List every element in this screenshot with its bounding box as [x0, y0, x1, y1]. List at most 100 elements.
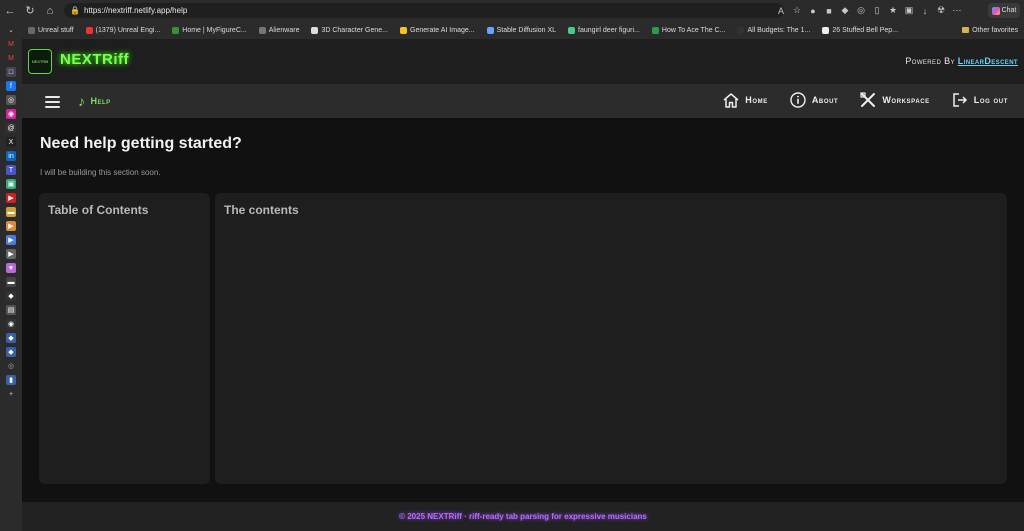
- sidebar-app-icon[interactable]: ▶: [6, 235, 16, 245]
- app-root: NEXTRiff NEXTRiff Powered By LinearDesce…: [22, 39, 1024, 531]
- fav-item[interactable]: Alienware: [253, 26, 306, 34]
- site-icon: [311, 26, 319, 34]
- sidebar-app-icon[interactable]: ◆: [6, 347, 16, 357]
- extension-icon[interactable]: ■: [822, 3, 836, 18]
- main-nav: ♪ Help Home About Workspace Log out: [22, 84, 1024, 118]
- threads-icon[interactable]: @: [6, 123, 16, 133]
- sidebar-app-icon[interactable]: ▶: [6, 249, 16, 259]
- contents-heading: The contents: [224, 203, 299, 217]
- site-icon: [486, 26, 494, 34]
- fav-item[interactable]: How To Ace The C...: [646, 26, 732, 34]
- tab-actions-icon[interactable]: ⌄: [6, 25, 16, 35]
- downloads-icon[interactable]: ↓: [918, 3, 932, 18]
- logout-icon: [953, 93, 967, 107]
- youtube-icon[interactable]: ▶: [6, 193, 16, 203]
- fav-item[interactable]: Home | MyFigureC...: [166, 26, 252, 34]
- music-note-icon: ♪: [78, 93, 86, 109]
- more-menu-icon[interactable]: ⋯: [950, 3, 964, 18]
- linkedin-icon[interactable]: in: [6, 151, 16, 161]
- info-icon: [790, 92, 806, 108]
- lineardescent-link[interactable]: LinearDescent: [958, 56, 1018, 66]
- split-screen-icon[interactable]: ▯: [870, 3, 884, 18]
- x-icon[interactable]: X: [6, 137, 16, 147]
- lock-icon: 🔒: [70, 6, 80, 15]
- favorite-star-icon[interactable]: ☆: [790, 3, 804, 18]
- app-logo[interactable]: NEXTRiff: [28, 49, 52, 74]
- collections-icon[interactable]: ▣: [902, 3, 916, 18]
- contents-panel: The contents: [215, 193, 1007, 484]
- nav-home[interactable]: Home: [723, 92, 768, 108]
- fav-item[interactable]: (1379) Unreal Engi...: [80, 26, 167, 34]
- gmail-icon[interactable]: M: [6, 39, 16, 49]
- browser-toolbar: ← ↻ ⌂ 🔒 https://nextriff.netlify.app/hel…: [0, 0, 1024, 21]
- sidebar-app-icon[interactable]: ▬: [6, 277, 16, 287]
- site-icon: [651, 26, 659, 34]
- table-of-contents-panel: Table of Contents: [39, 193, 210, 484]
- toc-heading: Table of Contents: [48, 203, 149, 217]
- back-icon[interactable]: ←: [0, 0, 20, 21]
- tools-icon: [860, 92, 876, 107]
- add-icon[interactable]: +: [6, 389, 16, 399]
- globe-icon[interactable]: ◎: [6, 361, 16, 371]
- site-icon: [568, 26, 576, 34]
- address-bar[interactable]: 🔒 https://nextriff.netlify.app/help: [64, 3, 784, 18]
- sidebar-app-icon[interactable]: ◆: [6, 333, 16, 343]
- hamburger-menu-icon[interactable]: [45, 96, 60, 108]
- folder-icon: [258, 26, 266, 34]
- brand-name[interactable]: NEXTRiff: [60, 51, 129, 68]
- copilot-icon: [991, 6, 1000, 15]
- fav-item[interactable]: 3D Character Gene...: [305, 26, 394, 34]
- extension-icon[interactable]: ●: [806, 3, 820, 18]
- browser-sidebar: ⌄ M M □ f ◎ ◉ @ X in T ▣ ▶ ▬ ▶ ▶ ▶ ♥ ▬ ◆…: [0, 21, 22, 531]
- sidebar-app-icon[interactable]: ▬: [6, 207, 16, 217]
- fav-item[interactable]: faungirl deer figuri...: [562, 26, 646, 34]
- sidebar-app-icon[interactable]: ◆: [6, 291, 16, 301]
- sidebar-app-icon[interactable]: ▶: [6, 221, 16, 231]
- sidebar-app-icon[interactable]: ▣: [6, 179, 16, 189]
- nav-current-help[interactable]: ♪ Help: [78, 93, 111, 109]
- site-icon: [400, 26, 407, 34]
- other-favorites[interactable]: Other favorites: [962, 21, 1018, 39]
- sidebar-app-icon[interactable]: ◎: [6, 95, 16, 105]
- favorites-bar: Unreal stuff (1379) Unreal Engi... Home …: [22, 21, 1024, 39]
- home-icon: [723, 92, 739, 108]
- page-subtitle: I will be building this section soon.: [40, 168, 161, 177]
- powered-by: Powered By LinearDescent: [905, 56, 1018, 66]
- fav-item[interactable]: Stable Diffusion XL: [481, 26, 562, 34]
- sidebar-app-icon[interactable]: ♥: [6, 263, 16, 273]
- site-icon: [172, 26, 180, 34]
- fav-item[interactable]: Unreal stuff: [22, 26, 80, 34]
- url-text: https://nextriff.netlify.app/help: [83, 6, 188, 15]
- instagram-icon[interactable]: ◉: [6, 109, 16, 119]
- folder-icon: [28, 26, 35, 34]
- copilot-chat-button[interactable]: Chat: [988, 3, 1020, 18]
- sidebar-app-icon[interactable]: T: [6, 165, 16, 175]
- fav-item[interactable]: All Budgets: The 1...: [731, 26, 816, 34]
- nav-logout[interactable]: Log out: [952, 92, 1008, 108]
- gmail-icon[interactable]: M: [6, 53, 16, 63]
- read-aloud-icon[interactable]: A: [774, 3, 788, 18]
- site-icon: [737, 26, 745, 34]
- app-header: NEXTRiff NEXTRiff Powered By LinearDesce…: [22, 39, 1024, 84]
- site-icon: [822, 26, 830, 34]
- favorites-icon[interactable]: ★: [886, 3, 900, 18]
- youtube-icon: [85, 26, 93, 34]
- facebook-icon[interactable]: f: [6, 81, 16, 91]
- main-content: Need help getting started? I will be bui…: [22, 118, 1024, 502]
- refresh-icon[interactable]: ↻: [20, 0, 40, 21]
- nav-about[interactable]: About: [790, 92, 839, 108]
- fav-item[interactable]: Generate AI Image...: [394, 26, 481, 34]
- footer-text: © 2025 NEXTRiff · riff-ready tab parsing…: [399, 512, 647, 521]
- home-icon[interactable]: ⌂: [40, 0, 60, 21]
- nav-workspace[interactable]: Workspace: [860, 92, 929, 108]
- fav-item[interactable]: 26 Stuffed Bell Pep...: [816, 26, 904, 34]
- github-icon[interactable]: ◉: [6, 319, 16, 329]
- profile-icon[interactable]: ☢: [934, 3, 948, 18]
- extension-icon[interactable]: ◎: [854, 3, 868, 18]
- sidebar-app-icon[interactable]: □: [6, 67, 16, 77]
- sidebar-app-icon[interactable]: ▤: [6, 305, 16, 315]
- folder-icon: [962, 27, 970, 33]
- discord-icon[interactable]: ◆: [838, 3, 852, 18]
- page-title: Need help getting started?: [40, 135, 242, 152]
- sidebar-app-icon[interactable]: ▮: [6, 375, 16, 385]
